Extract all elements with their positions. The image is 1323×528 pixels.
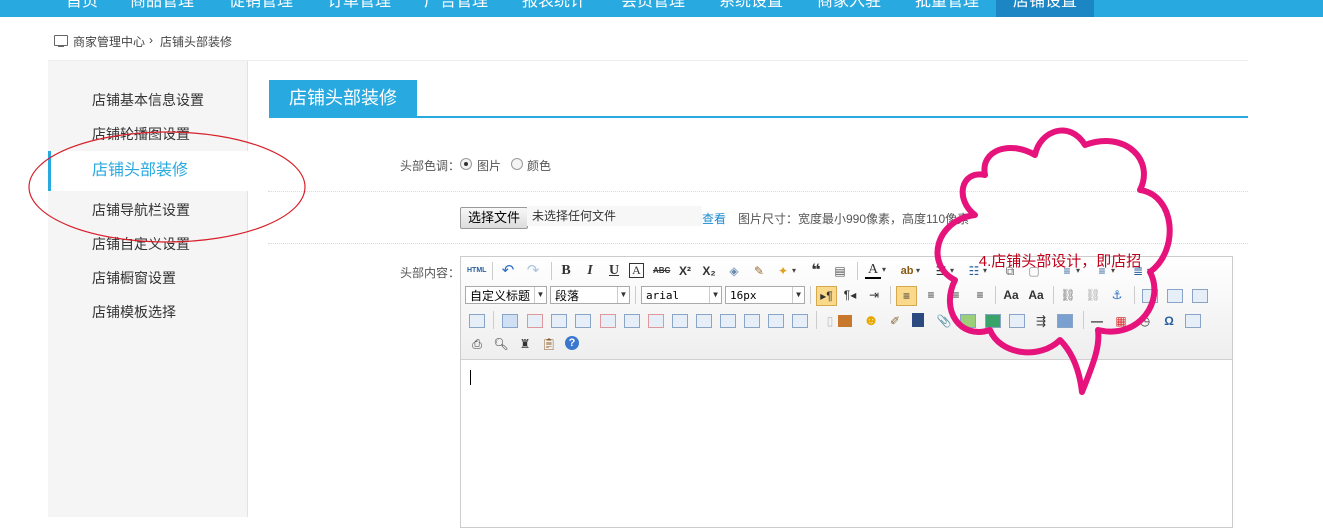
annotation-text: 4.店铺头部设计，即店招	[978, 253, 1142, 270]
highlight-ellipse	[28, 131, 306, 243]
